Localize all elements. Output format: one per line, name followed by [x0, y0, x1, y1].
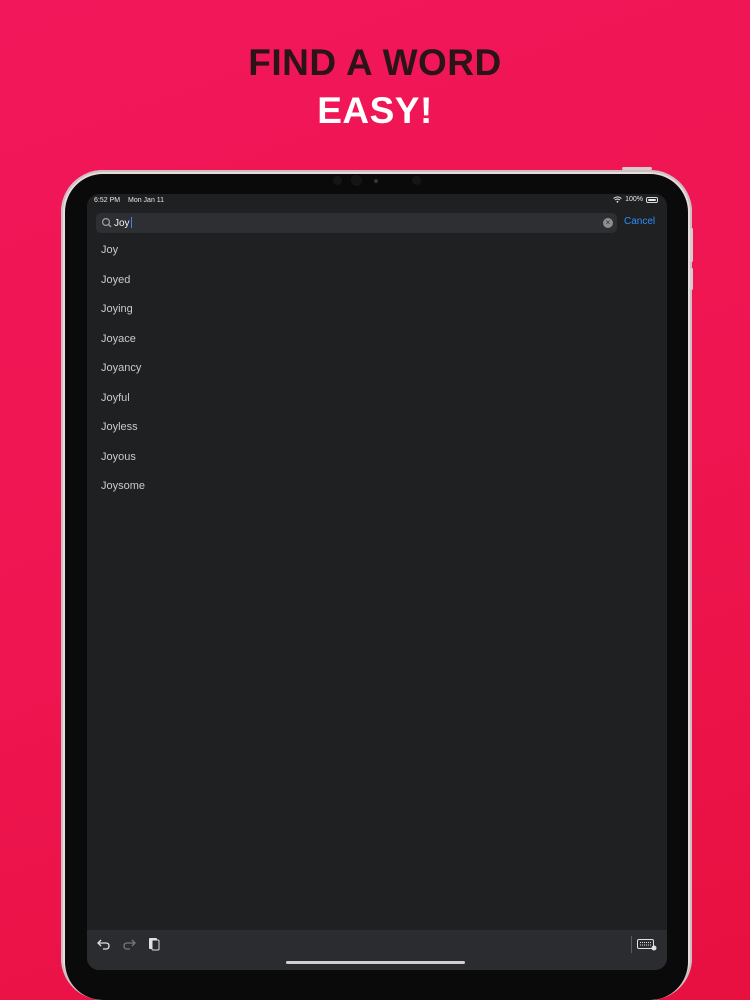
status-bar: 6:52 PM Mon Jan 11 100% — [87, 194, 667, 208]
search-icon — [101, 217, 112, 228]
list-item[interactable]: Joysome — [101, 479, 145, 509]
power-button — [622, 167, 652, 170]
list-item[interactable]: Joying — [101, 302, 145, 332]
list-item[interactable]: Joyful — [101, 391, 145, 421]
status-date: Mon Jan 11 — [128, 197, 165, 204]
sensor-dot — [374, 179, 378, 183]
toolbar-divider — [631, 936, 632, 953]
app-screen: 6:52 PM Mon Jan 11 100% Joy × Cancel Joy… — [87, 194, 667, 970]
paste-icon[interactable] — [148, 936, 160, 951]
undo-icon[interactable] — [97, 938, 111, 950]
promo-headline-line1: FIND A WORD — [248, 42, 502, 83]
list-item[interactable]: Joyed — [101, 273, 145, 303]
list-item[interactable]: Joyancy — [101, 361, 145, 391]
clear-icon[interactable]: × — [603, 218, 613, 228]
list-item[interactable]: Joyous — [101, 450, 145, 480]
wifi-icon — [613, 196, 622, 203]
search-query: Joy — [114, 218, 130, 229]
keyboard-dismiss-icon[interactable] — [637, 939, 657, 951]
redo-icon[interactable] — [122, 938, 136, 950]
status-time: 6:52 PM — [94, 197, 121, 204]
text-caret — [130, 217, 132, 228]
cancel-button[interactable]: Cancel — [624, 216, 655, 227]
camera-dot — [333, 176, 342, 185]
keyboard-shortcut-bar — [87, 930, 667, 970]
sensor-dot — [412, 176, 421, 185]
search-field[interactable]: Joy × — [96, 213, 617, 233]
results-list: Joy Joyed Joying Joyace Joyancy Joyful Joyless… — [101, 243, 145, 509]
volume-button — [690, 268, 693, 290]
status-right: 100% — [613, 196, 658, 203]
camera-icon — [351, 175, 362, 186]
search-input[interactable]: Joy — [114, 217, 132, 229]
battery-percentage: 100% — [625, 196, 643, 203]
list-item[interactable]: Joyless — [101, 420, 145, 450]
volume-button — [690, 228, 693, 262]
list-item[interactable]: Joy — [101, 243, 145, 273]
list-item[interactable]: Joyace — [101, 332, 145, 362]
home-indicator — [286, 961, 465, 964]
promo-headline-line2: EASY! — [317, 90, 433, 131]
battery-icon — [646, 196, 658, 203]
